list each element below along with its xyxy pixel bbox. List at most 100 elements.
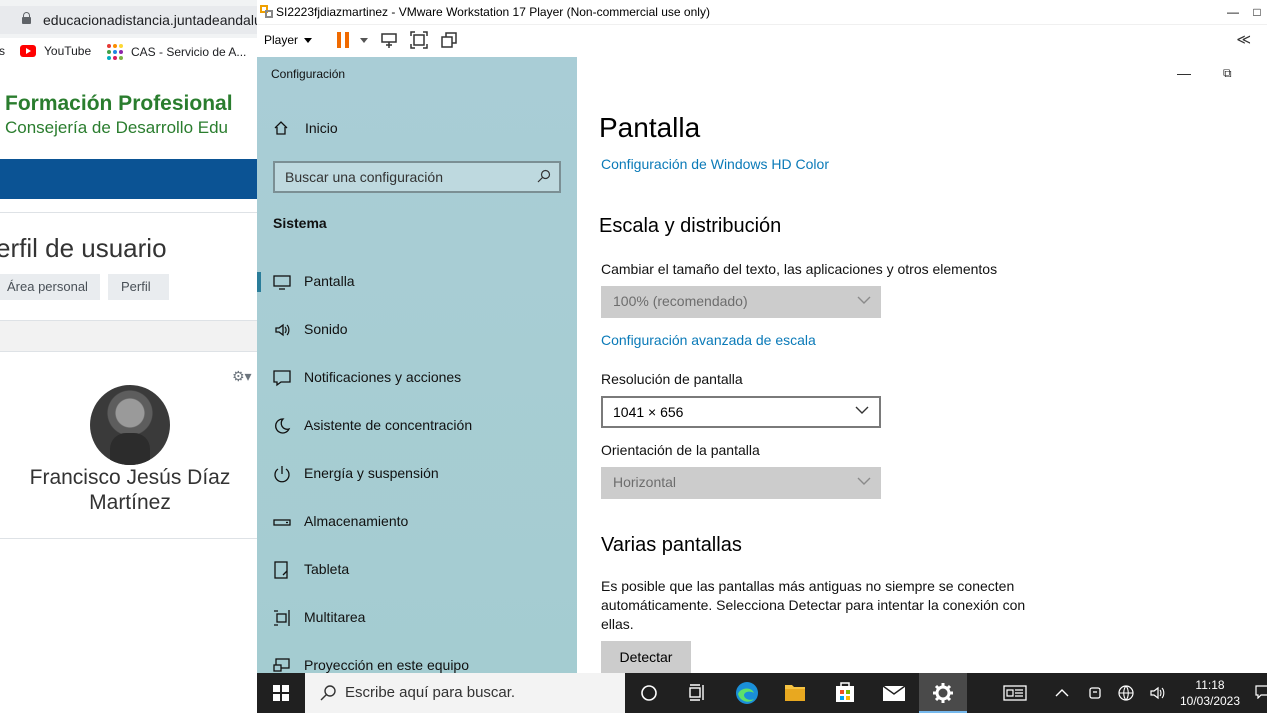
multitask-icon [274, 610, 290, 626]
screen: educacionadistancia.juntadeandalu s YouT… [0, 0, 1267, 714]
moon-icon [275, 418, 291, 434]
settings-nav: Configuración Inicio Sistema Pantalla So… [257, 57, 577, 673]
browser-window: educacionadistancia.juntadeandalu s YouT… [0, 0, 257, 714]
site-title[interactable]: Formación Profesional [5, 92, 233, 116]
bookmark-youtube[interactable]: YouTube [20, 44, 91, 58]
detect-button[interactable]: Detectar [601, 641, 691, 673]
settings-content: — ⧉ Pantalla Configuración de Windows HD… [577, 57, 1267, 673]
bookmark-youtube-label: YouTube [44, 44, 92, 58]
scale-dropdown[interactable]: 100% (recomendado) [601, 286, 881, 318]
taskbar-search[interactable]: Escribe aquí para buscar. [305, 673, 625, 713]
minimize-icon[interactable]: — [1223, 2, 1243, 22]
vmware-logo-icon [260, 5, 274, 19]
bookmark-cas-label: CAS - Servicio de A... [131, 45, 247, 59]
nav-item-label: Almacenamiento [304, 513, 409, 529]
mail-button[interactable] [870, 673, 918, 713]
nav-item-proyeccion[interactable]: Proyección en este equipo [257, 646, 577, 673]
volume-icon[interactable] [1149, 685, 1167, 701]
scale-label: Cambiar el tamaño del texto, las aplicac… [601, 261, 998, 277]
cas-icon [107, 44, 123, 60]
task-view-icon [689, 684, 704, 701]
settings-search[interactable] [273, 161, 561, 193]
taskbar-search-placeholder: Escribe aquí para buscar. [345, 684, 516, 701]
send-ctrl-alt-del-icon[interactable] [380, 31, 398, 49]
settings-taskbar-button[interactable] [919, 673, 967, 713]
projection-icon [273, 658, 290, 672]
multi-display-text: Es posible que las pantallas más antigua… [601, 578, 1026, 632]
chevron-down-icon [855, 406, 869, 414]
nav-item-notificaciones[interactable]: Notificaciones y acciones [257, 358, 577, 398]
nav-home[interactable]: Inicio [273, 120, 338, 136]
settings-search-input[interactable] [285, 168, 525, 186]
home-icon [274, 121, 288, 135]
restore-icon[interactable]: ⧉ [1223, 66, 1232, 81]
nav-item-label: Notificaciones y acciones [304, 369, 462, 385]
advanced-scale-link[interactable]: Configuración avanzada de escala [601, 332, 816, 348]
profile-heading: erfil de usuario [0, 233, 167, 263]
nav-item-almacenamiento[interactable]: Almacenamiento [257, 502, 577, 542]
collapse-toolbar-icon[interactable]: ≪ [1236, 31, 1251, 48]
user-name: Francisco Jesús Díaz Martínez [29, 466, 231, 514]
nav-item-sonido[interactable]: Sonido [257, 310, 577, 350]
nav-item-pantalla[interactable]: Pantalla [257, 262, 577, 302]
bookmark-cas[interactable]: CAS - Servicio de A... [107, 44, 246, 60]
cortana-icon [641, 685, 657, 701]
nav-item-energia[interactable]: Energía y suspensión [257, 454, 577, 494]
tablet-icon [274, 561, 288, 579]
search-icon[interactable] [537, 169, 551, 183]
nav-item-label: Asistente de concentración [304, 417, 473, 433]
nav-item-concentracion[interactable]: Asistente de concentración [257, 406, 577, 446]
nav-item-label: Tableta [304, 561, 350, 577]
maximize-icon[interactable]: □ [1247, 2, 1267, 22]
edge-icon [736, 682, 758, 704]
vmware-toolbar: Player ≪ [257, 25, 1267, 57]
minimize-icon[interactable]: — [1177, 65, 1191, 81]
message-icon [273, 370, 291, 387]
hd-color-link[interactable]: Configuración de Windows HD Color [601, 156, 829, 172]
nav-item-multitarea[interactable]: Multitarea [257, 598, 577, 638]
orientation-value: Horizontal [613, 474, 677, 490]
unity-icon[interactable] [440, 31, 458, 49]
divider [0, 538, 257, 558]
chevron-up-icon[interactable] [1055, 687, 1069, 699]
network-icon[interactable] [1118, 685, 1134, 701]
multi-display-heading: Varias pantallas [601, 534, 742, 556]
cortana-button[interactable] [625, 673, 673, 713]
youtube-icon [20, 45, 36, 57]
clock-time: 11:18 [1195, 678, 1225, 692]
orientation-dropdown[interactable]: Horizontal [601, 467, 881, 499]
task-view-button[interactable] [673, 673, 721, 713]
start-button[interactable] [257, 673, 305, 713]
taskbar: Escribe aquí para buscar. 11:18 10/03/20… [257, 673, 1267, 713]
app-title: Configuración [271, 67, 346, 81]
nav-item-label: Proyección en este equipo [304, 657, 469, 673]
clock[interactable]: 11:18 10/03/2023 [1175, 677, 1245, 709]
scale-heading: Escala y distribución [599, 215, 782, 237]
url-text[interactable]: educacionadistancia.juntadeandalu [43, 12, 257, 28]
usb-icon[interactable] [1087, 685, 1103, 701]
pause-icon[interactable] [337, 32, 349, 48]
breadcrumb-profile[interactable]: Perfil [108, 274, 169, 300]
nav-item-tableta[interactable]: Tableta [257, 550, 577, 590]
file-explorer-button[interactable] [771, 673, 819, 713]
bookmark-partial[interactable]: s [0, 44, 5, 58]
nav-item-label: Energía y suspensión [304, 465, 439, 481]
notification-icon[interactable] [1255, 685, 1267, 699]
player-menu-label: Player [264, 33, 299, 47]
section-label: Sistema [273, 215, 327, 231]
gear-icon[interactable]: ⚙▾ [232, 368, 252, 385]
nav-item-label: Sonido [304, 321, 348, 337]
store-button[interactable] [821, 673, 869, 713]
resolution-dropdown[interactable]: 1041 × 656 [601, 396, 881, 428]
vmware-window: SI2223fjdiazmartinez - VMware Workstatio… [257, 0, 1267, 714]
edge-button[interactable] [723, 673, 771, 713]
fullscreen-icon[interactable] [410, 31, 428, 49]
chevron-down-icon[interactable] [360, 38, 368, 43]
scale-value: 100% (recomendado) [613, 293, 748, 309]
player-menu-button[interactable]: Player [264, 33, 313, 47]
mail-icon [882, 685, 906, 701]
chevron-down-icon [304, 37, 313, 43]
news-icon[interactable] [1003, 684, 1027, 702]
search-icon [320, 685, 336, 701]
breadcrumb-home[interactable]: Área personal [0, 274, 100, 300]
